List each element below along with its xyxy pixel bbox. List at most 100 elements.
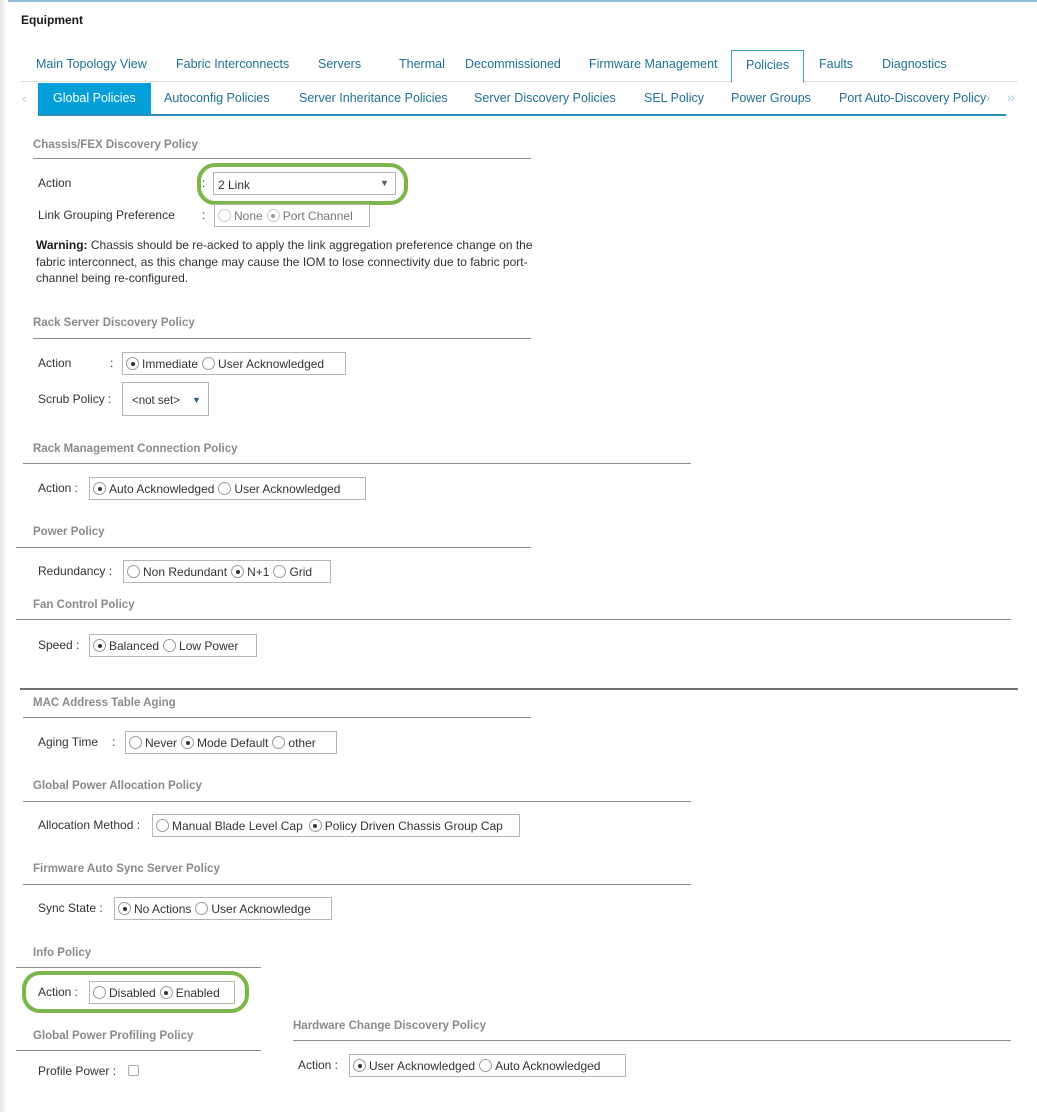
rack-mgmt-action-label: Action : [38,481,79,495]
section-divider [23,717,531,718]
section-title-hardware-change-discovery: Hardware Change Discovery Policy [293,1020,487,1032]
section-title-rack-server-discovery: Rack Server Discovery Policy [33,317,195,329]
radio-disabled[interactable]: Disabled [93,986,156,1000]
chassis-action-label: Action [38,176,72,190]
scrub-policy-label: Scrub Policy : [38,392,112,406]
profile-power-checkbox[interactable] [128,1065,139,1076]
radio-circle-selected [308,819,322,832]
chassis-action-select[interactable]: 2 Link ▼ [213,172,396,195]
radio-balanced[interactable]: Balanced [93,639,159,653]
tab-diagnostics[interactable]: Diagnostics [868,50,961,82]
link-grouping-label: Link Grouping Preference [38,208,175,222]
tab-main-topology-view[interactable]: Main Topology View [22,50,161,82]
radio-other[interactable]: other [272,736,316,750]
radio-circle [479,1059,493,1072]
section-divider [23,884,691,885]
subtab-server-inheritance-policies[interactable]: Server Inheritance Policies [299,83,448,114]
dropdown-caret-icon: ▼ [192,395,201,405]
allocation-method-radio-group: Manual Blade Level Cap Policy Driven Cha… [152,814,520,837]
radio-mode-default[interactable]: Mode Default [181,736,268,750]
radio-auto-acknowledged[interactable]: Auto Acknowledged [93,482,214,496]
radio-circle-selected [93,639,106,652]
tab-decommissioned[interactable]: Decommissioned [451,50,575,82]
radio-circle [195,902,209,915]
section-divider [33,338,531,339]
radio-circle-selected [181,736,195,749]
subtab-autoconfig-policies[interactable]: Autoconfig Policies [164,83,270,114]
tab-thermal[interactable]: Thermal [385,50,459,82]
radio-circle [272,736,286,749]
left-panel-edge [0,0,8,1112]
subtab-sel-policy[interactable]: SEL Policy [644,83,704,114]
radio-never[interactable]: Never [129,736,177,750]
tab-firmware-management[interactable]: Firmware Management [575,50,732,82]
radio-circle-selected [353,1059,366,1072]
radio-circle [163,639,177,652]
chevron-left-icon[interactable]: ‹ [22,90,27,106]
section-divider [293,1040,1011,1041]
radio-circle [273,565,287,578]
section-title-fan-control: Fan Control Policy [33,599,135,611]
tab-policies[interactable]: Policies [731,50,805,83]
speed-radio-group: Balanced Low Power [89,634,257,657]
radio-circle-selected [126,357,139,370]
radio-low-power[interactable]: Low Power [163,639,238,653]
radio-user-acknowledged[interactable]: User Acknowledged [202,357,324,371]
scrub-policy-select[interactable]: <not set> ▼ [122,382,209,416]
aging-time-label: Aging Time [38,735,99,749]
section-divider [16,619,1011,620]
section-divider [16,547,531,548]
radio-port-channel[interactable]: Port Channel [266,209,353,223]
sync-state-radio-group: No Actions User Acknowledge [114,897,332,920]
radio-immediate[interactable]: Immediate [126,357,198,371]
tab-fabric-interconnects[interactable]: Fabric Interconnects [162,50,303,82]
colon: : [110,356,114,370]
section-divider [33,158,531,159]
radio-n-plus-1[interactable]: N+1 [231,565,269,579]
tab-servers[interactable]: Servers [304,50,375,82]
radio-manual-blade-level-cap[interactable]: Manual Blade Level Cap [156,819,303,833]
radio-user-acknowledged[interactable]: User Acknowledged [353,1059,475,1073]
radio-user-acknowledged[interactable]: User Acknowledged [218,482,340,496]
radio-circle-selected [231,565,245,578]
double-chevron-right-icon[interactable]: » [1007,89,1015,105]
radio-no-actions[interactable]: No Actions [118,902,191,916]
sub-tabs: ‹ Global Policies Autoconfig Policies Se… [20,83,1020,116]
profile-power-label: Profile Power : [38,1064,117,1078]
radio-non-redundant[interactable]: Non Redundant [127,565,227,579]
radio-enabled[interactable]: Enabled [159,986,220,1000]
radio-grid[interactable]: Grid [273,565,312,579]
sync-state-label: Sync State : [38,901,103,915]
info-action-label: Action : [38,985,79,999]
link-grouping-radio-group: None Port Channel [214,204,370,227]
aging-time-radio-group: Never Mode Default other [125,731,337,754]
radio-circle-selected [159,986,173,999]
section-divider [23,463,691,464]
radio-none[interactable]: None [218,209,263,223]
radio-circle [156,819,169,832]
radio-auto-acknowledged[interactable]: Auto Acknowledged [479,1059,600,1073]
radio-circle-selected [118,902,131,915]
radio-circle-selected [93,482,106,495]
radio-circle [129,736,142,749]
speed-label: Speed : [38,638,80,652]
radio-circle [127,565,140,578]
section-title-mac-aging: MAC Address Table Aging [33,697,176,709]
rack-server-action-radio-group: Immediate User Acknowledged [122,352,346,375]
main-tabs: Main Topology View Fabric Interconnects … [20,50,1018,83]
radio-policy-driven-chassis-group-cap[interactable]: Policy Driven Chassis Group Cap [308,819,503,833]
subtab-global-policies[interactable]: Global Policies [38,83,151,114]
section-title-chassis-fex: Chassis/FEX Discovery Policy [33,139,198,151]
subtab-server-discovery-policies[interactable]: Server Discovery Policies [474,83,616,114]
tab-faults[interactable]: Faults [805,50,867,82]
subtab-port-auto-discovery-policy[interactable]: Port Auto-Discovery Policy [839,83,986,114]
warning-message: Warning: Chassis should be re-acked to a… [36,237,536,287]
section-title-firmware-auto-sync: Firmware Auto Sync Server Policy [33,863,220,875]
radio-circle [218,482,232,495]
radio-user-acknowledge[interactable]: User Acknowledge [195,902,311,916]
subtab-power-groups[interactable]: Power Groups [731,83,811,114]
section-divider [16,967,261,968]
section-title-info-policy: Info Policy [33,947,92,959]
chevron-right-icon[interactable]: › [986,90,990,105]
radio-circle [93,986,106,999]
